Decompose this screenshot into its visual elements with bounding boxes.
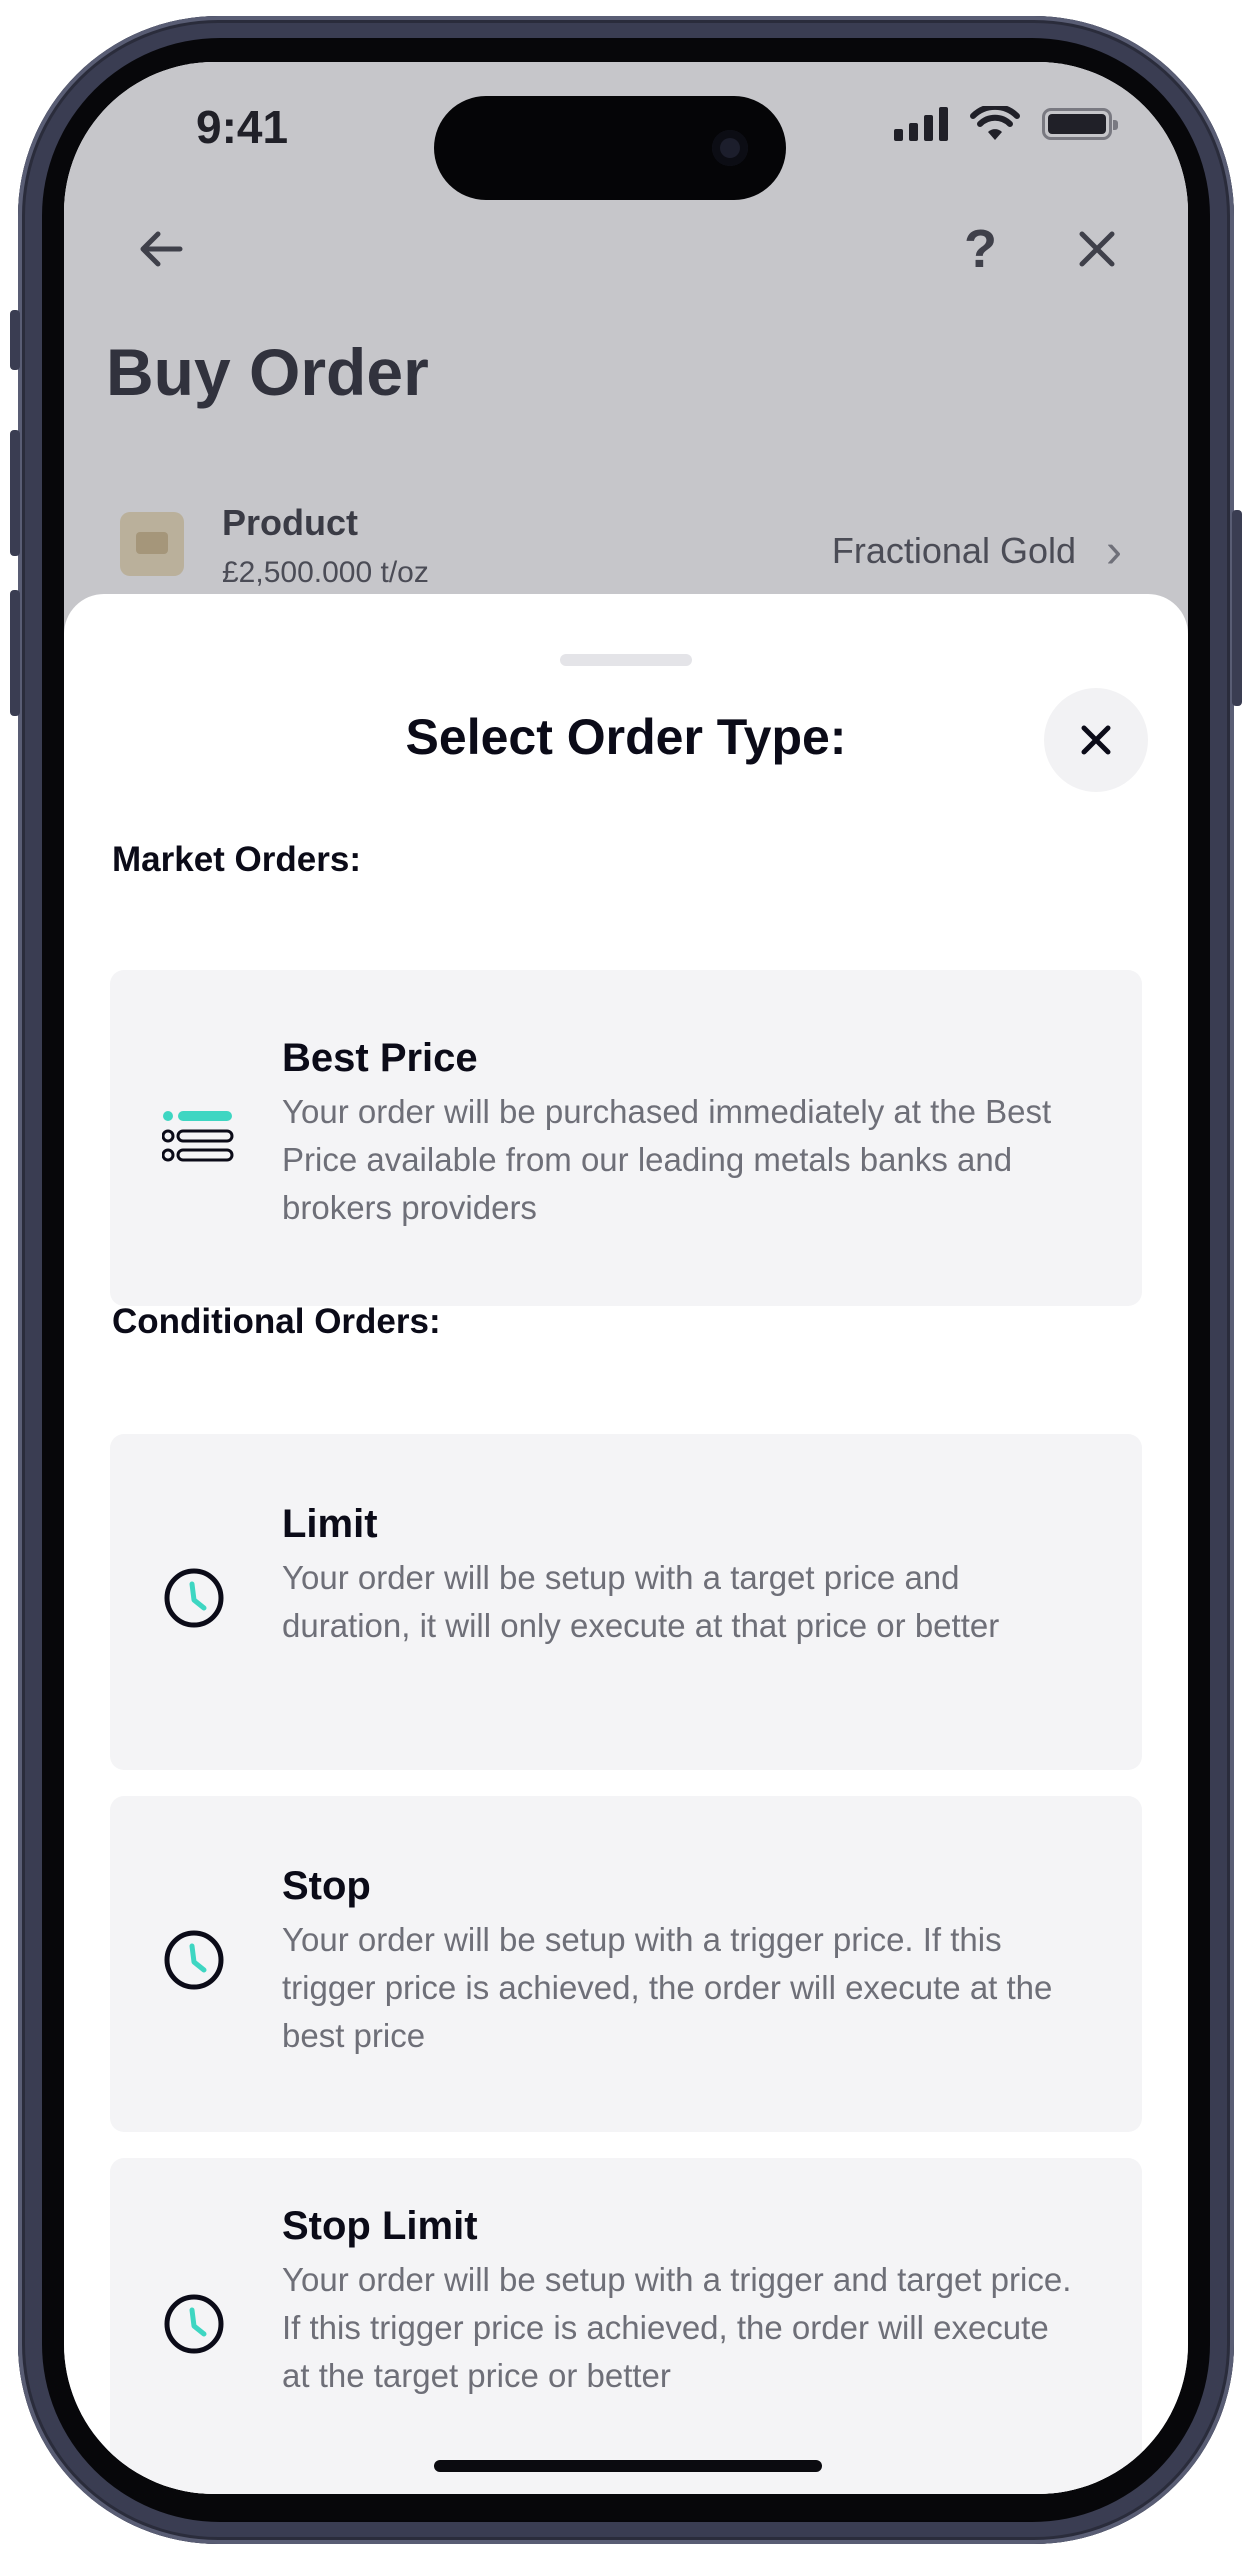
order-type-stop-limit[interactable]: Stop Limit Your order will be setup with… xyxy=(110,2158,1142,2494)
list-icon xyxy=(162,1111,234,1162)
order-type-stop[interactable]: Stop Your order will be setup with a tri… xyxy=(110,1796,1142,2132)
clock-icon xyxy=(164,1568,224,1628)
order-type-description: Your order will be setup with a trigger … xyxy=(282,1921,1053,2054)
clock-icon xyxy=(164,1930,224,1990)
order-type-title: Stop xyxy=(282,1864,371,1908)
conditional-orders-label: Conditional Orders: xyxy=(112,1302,441,1341)
order-type-description: Your order will be purchased immediately… xyxy=(282,1093,1052,1226)
power-button xyxy=(1232,510,1242,706)
order-type-description: Your order will be setup with a trigger … xyxy=(282,2261,1072,2394)
close-sheet-button[interactable] xyxy=(1044,688,1148,792)
action-button xyxy=(10,310,20,370)
order-type-title: Stop Limit xyxy=(282,2204,478,2248)
dynamic-island xyxy=(434,96,786,200)
order-type-title: Best Price xyxy=(282,1036,478,1080)
order-type-sheet: Select Order Type: Market Orders: Best P… xyxy=(64,594,1188,2494)
market-orders-label: Market Orders: xyxy=(112,840,361,879)
home-indicator[interactable] xyxy=(434,2460,822,2472)
order-type-best-price[interactable]: Best Price Your order will be purchased … xyxy=(110,970,1142,1306)
clock-icon xyxy=(164,2294,224,2354)
order-type-description: Your order will be setup with a target p… xyxy=(282,1559,1000,1644)
close-icon xyxy=(1081,725,1111,755)
order-type-title: Limit xyxy=(282,1502,378,1546)
camera-icon xyxy=(712,130,748,166)
volume-down-button xyxy=(10,590,20,716)
order-type-limit[interactable]: Limit Your order will be setup with a ta… xyxy=(110,1434,1142,1770)
volume-up-button xyxy=(10,430,20,556)
sheet-title: Select Order Type: xyxy=(405,709,847,765)
sheet-grabber[interactable] xyxy=(560,654,692,666)
phone-screen: 9:41 ? Buy Order Product £2,500.000 t/oz… xyxy=(64,62,1188,2494)
